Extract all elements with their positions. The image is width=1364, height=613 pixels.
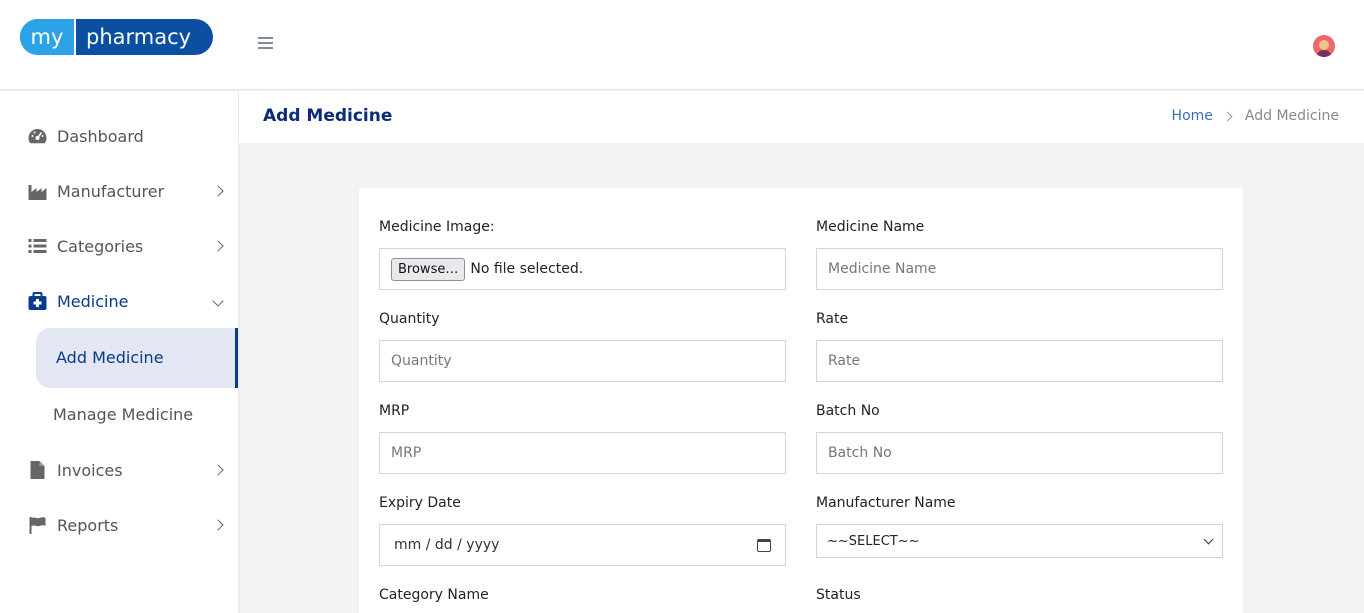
mrp-label: MRP: [379, 403, 410, 419]
expiry-date-placeholder: mm / dd / yyyy: [394, 537, 500, 553]
chevron-down-icon: [212, 295, 224, 307]
quantity-input[interactable]: [379, 340, 786, 382]
expiry-date-label: Expiry Date: [379, 495, 461, 511]
logo-part-my: my: [20, 19, 76, 55]
sidebar-subitem-label: Add Medicine: [56, 348, 164, 367]
batch-no-input[interactable]: [816, 432, 1223, 474]
sidebar-item-label: Categories: [57, 236, 144, 256]
quantity-label: Quantity: [379, 311, 440, 327]
file-icon: [30, 461, 45, 479]
browse-button[interactable]: Browse…: [391, 257, 466, 281]
sidebar: Dashboard Manufacturer Categories Medici…: [0, 91, 238, 613]
hamburger-icon[interactable]: [258, 37, 273, 50]
sidebar-item-categories[interactable]: Categories: [0, 226, 238, 266]
sidebar-item-manufacturer[interactable]: Manufacturer: [0, 171, 238, 211]
logo-part-pharmacy: pharmacy: [86, 25, 192, 49]
flag-icon: [29, 517, 46, 534]
industry-icon: [28, 185, 47, 200]
medicine-image-file-input: Browse… No file selected.: [379, 248, 786, 290]
mrp-input[interactable]: [379, 432, 786, 474]
breadcrumb-current: Add Medicine: [1244, 108, 1339, 124]
medicine-image-label: Medicine Image:: [379, 219, 495, 235]
rate-input[interactable]: [816, 340, 1223, 382]
calendar-icon[interactable]: [757, 538, 771, 552]
chevron-right-icon: [212, 464, 224, 476]
breadcrumb: Home Add Medicine: [1172, 108, 1339, 124]
dashboard-icon: [28, 129, 47, 144]
category-name-label: Category Name: [379, 587, 489, 603]
sidebar-item-label: Medicine: [57, 291, 129, 311]
expiry-date-input[interactable]: mm / dd / yyyy: [379, 524, 786, 566]
page-title-bar: Add Medicine Home Add Medicine: [239, 91, 1364, 143]
manufacturer-name-label: Manufacturer Name: [816, 495, 956, 511]
sidebar-item-label: Invoices: [57, 460, 123, 480]
sidebar-item-label: Manufacturer: [57, 181, 165, 201]
sidebar-item-medicine[interactable]: Medicine: [0, 281, 238, 321]
top-header: my pharmacy: [0, 0, 1364, 90]
sidebar-item-dashboard[interactable]: Dashboard: [0, 116, 238, 156]
list-icon: [28, 239, 47, 253]
add-medicine-form: Medicine Image: Browse… No file selected…: [359, 188, 1243, 613]
manufacturer-select[interactable]: ~~SELECT~~: [816, 524, 1223, 558]
medicine-name-input[interactable]: [816, 248, 1223, 290]
sidebar-subitem-add-medicine[interactable]: Add Medicine: [36, 328, 238, 388]
chevron-right-icon: [1222, 111, 1233, 121]
file-status-text: No file selected.: [470, 261, 584, 277]
breadcrumb-home-link[interactable]: Home: [1172, 108, 1213, 124]
medicine-name-label: Medicine Name: [816, 219, 925, 235]
sidebar-item-label: Dashboard: [57, 126, 144, 146]
manufacturer-select-value: ~~SELECT~~: [827, 533, 920, 549]
sidebar-item-label: Reports: [57, 515, 119, 535]
batch-no-label: Batch No: [816, 403, 880, 419]
medkit-icon: [28, 292, 47, 310]
app-logo[interactable]: my pharmacy: [20, 19, 213, 55]
chevron-right-icon: [212, 185, 224, 197]
sidebar-subitem-manage-medicine[interactable]: Manage Medicine: [53, 405, 193, 424]
sidebar-item-invoices[interactable]: Invoices: [0, 450, 238, 490]
chevron-right-icon: [212, 240, 224, 252]
sidebar-item-reports[interactable]: Reports: [0, 505, 238, 545]
rate-label: Rate: [816, 311, 849, 327]
chevron-right-icon: [212, 519, 224, 531]
chevron-down-icon: [1203, 534, 1214, 544]
page-title: Add Medicine: [263, 106, 393, 126]
avatar-icon[interactable]: [1313, 35, 1335, 57]
status-label: Status: [816, 587, 861, 603]
